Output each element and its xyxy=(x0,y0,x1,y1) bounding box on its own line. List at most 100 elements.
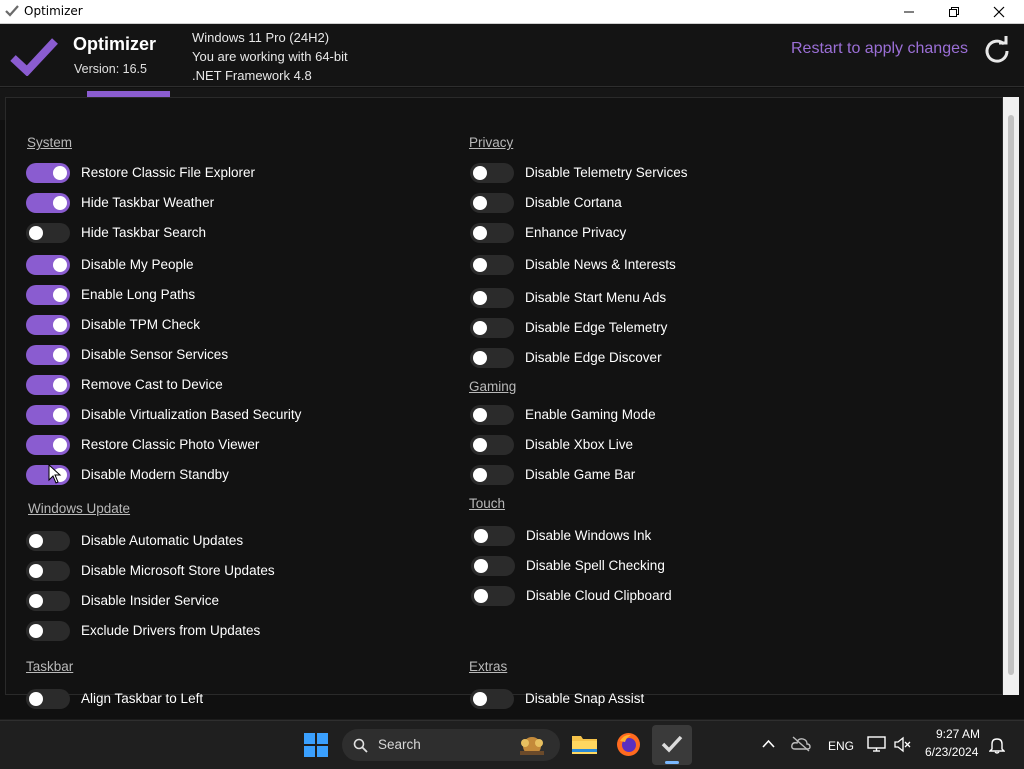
toggle-switch[interactable] xyxy=(26,315,70,335)
toggle-knob xyxy=(474,559,488,573)
toggle-label: Hide Taskbar Search xyxy=(81,225,207,240)
toggle-label: Disable Microsoft Store Updates xyxy=(81,563,275,578)
app-header: Optimizer Version: 16.5 Windows 11 Pro (… xyxy=(0,24,1024,86)
toggle-label: Align Taskbar to Left xyxy=(81,691,204,706)
window-title: Optimizer xyxy=(24,4,83,18)
toggle-knob xyxy=(474,529,488,543)
toggle-knob xyxy=(473,226,487,240)
toggle-switch[interactable] xyxy=(26,255,70,275)
app-version: Version: 16.5 xyxy=(74,62,147,76)
toggle-switch[interactable] xyxy=(26,163,70,183)
header-divider xyxy=(0,86,1024,87)
toggle-knob xyxy=(53,348,67,362)
toggle-switch[interactable] xyxy=(470,465,514,485)
notification-bell-icon[interactable] xyxy=(989,736,1005,754)
close-button[interactable] xyxy=(976,0,1022,23)
toggle-label: Remove Cast to Device xyxy=(81,377,223,392)
toggle-knob xyxy=(473,351,487,365)
toggle-switch[interactable] xyxy=(26,591,70,611)
refresh-icon[interactable] xyxy=(982,36,1012,66)
section-title-gaming: Gaming xyxy=(469,379,517,394)
toggle-switch[interactable] xyxy=(26,531,70,551)
toggle-knob xyxy=(473,196,487,210)
clock-date[interactable]: 6/23/2024 xyxy=(925,745,978,759)
toggle-switch[interactable] xyxy=(470,405,514,425)
vertical-scrollbar[interactable] xyxy=(1003,97,1019,695)
os-version: Windows 11 Pro (24H2) xyxy=(192,30,330,45)
windows-start-icon[interactable] xyxy=(304,733,328,757)
toggle-knob xyxy=(473,258,487,272)
maximize-button[interactable] xyxy=(931,0,977,23)
toggle-switch[interactable] xyxy=(471,526,515,546)
toggle-knob xyxy=(29,624,43,638)
optimizer-taskbar-button[interactable] xyxy=(652,725,692,765)
search-icon xyxy=(353,738,368,753)
file-explorer-icon[interactable] xyxy=(571,732,598,756)
toggle-switch[interactable] xyxy=(26,223,70,243)
toggle-switch[interactable] xyxy=(470,318,514,338)
toggle-switch[interactable] xyxy=(470,288,514,308)
minimize-button[interactable] xyxy=(886,0,932,23)
toggle-switch[interactable] xyxy=(26,561,70,581)
toggle-label: Disable Start Menu Ads xyxy=(525,290,667,305)
toggle-switch[interactable] xyxy=(26,345,70,365)
toggle-switch[interactable] xyxy=(471,586,515,606)
toggle-knob xyxy=(473,291,487,305)
onedrive-offline-icon[interactable] xyxy=(791,736,811,752)
toggle-label: Exclude Drivers from Updates xyxy=(81,623,261,638)
architecture-info: You are working with 64-bit xyxy=(192,49,348,64)
toggle-label: Disable Insider Service xyxy=(81,593,220,608)
chevron-up-icon[interactable] xyxy=(762,739,775,748)
restart-link[interactable]: Restart to apply changes xyxy=(791,40,968,58)
taskbar-search[interactable]: Search xyxy=(342,729,560,761)
toggle-switch[interactable] xyxy=(470,689,514,709)
toggle-knob xyxy=(473,408,487,422)
firefox-icon[interactable] xyxy=(616,732,641,757)
toggle-switch[interactable] xyxy=(26,405,70,425)
network-icon[interactable] xyxy=(867,736,886,753)
checkmark-icon xyxy=(10,38,58,76)
mouse-cursor-icon xyxy=(48,464,62,484)
toggle-label: Disable Spell Checking xyxy=(526,558,665,573)
toggle-switch[interactable] xyxy=(470,193,514,213)
toggle-knob xyxy=(473,166,487,180)
toggle-label: Enable Gaming Mode xyxy=(525,407,656,422)
toggle-switch[interactable] xyxy=(26,435,70,455)
toggle-knob xyxy=(53,318,67,332)
toggle-switch[interactable] xyxy=(26,375,70,395)
toggle-switch[interactable] xyxy=(470,255,514,275)
toggle-switch[interactable] xyxy=(26,689,70,709)
toggle-label: Disable Windows Ink xyxy=(526,528,652,543)
search-placeholder: Search xyxy=(378,737,421,752)
toggle-knob xyxy=(53,378,67,392)
toggle-switch[interactable] xyxy=(470,348,514,368)
toggle-label: Disable Snap Assist xyxy=(525,691,645,706)
toggle-label: Hide Taskbar Weather xyxy=(81,195,215,210)
toggle-label: Disable My People xyxy=(81,257,194,272)
toggle-label: Disable Virtualization Based Security xyxy=(81,407,302,422)
scrollbar-thumb[interactable] xyxy=(1008,115,1014,675)
close-icon xyxy=(993,6,1005,17)
toggle-label: Disable Edge Telemetry xyxy=(525,320,668,335)
toggle-label: Disable Cortana xyxy=(525,195,622,210)
language-indicator[interactable]: ENG xyxy=(828,739,854,753)
clock-time[interactable]: 9:27 AM xyxy=(936,727,980,741)
toggle-switch[interactable] xyxy=(471,556,515,576)
section-title-taskbar: Taskbar xyxy=(26,659,74,674)
toggle-switch[interactable] xyxy=(470,163,514,183)
system-info: Windows 11 Pro (24H2) You are working wi… xyxy=(192,28,348,85)
toggle-knob xyxy=(474,589,488,603)
checkmark-icon xyxy=(5,5,19,17)
volume-muted-icon[interactable] xyxy=(893,736,912,753)
section-title-touch: Touch xyxy=(469,496,506,511)
toggle-switch[interactable] xyxy=(26,621,70,641)
os-taskbar: Search ENG 9:27 AM 6/23/2024 xyxy=(0,720,1024,769)
toggle-switch[interactable] xyxy=(470,435,514,455)
toggle-switch[interactable] xyxy=(26,285,70,305)
toggle-label: Restore Classic File Explorer xyxy=(81,165,256,180)
toggle-knob xyxy=(29,226,43,240)
toggle-knob xyxy=(53,166,67,180)
toggle-switch[interactable] xyxy=(470,223,514,243)
toggle-label: Disable Automatic Updates xyxy=(81,533,244,548)
toggle-switch[interactable] xyxy=(26,193,70,213)
